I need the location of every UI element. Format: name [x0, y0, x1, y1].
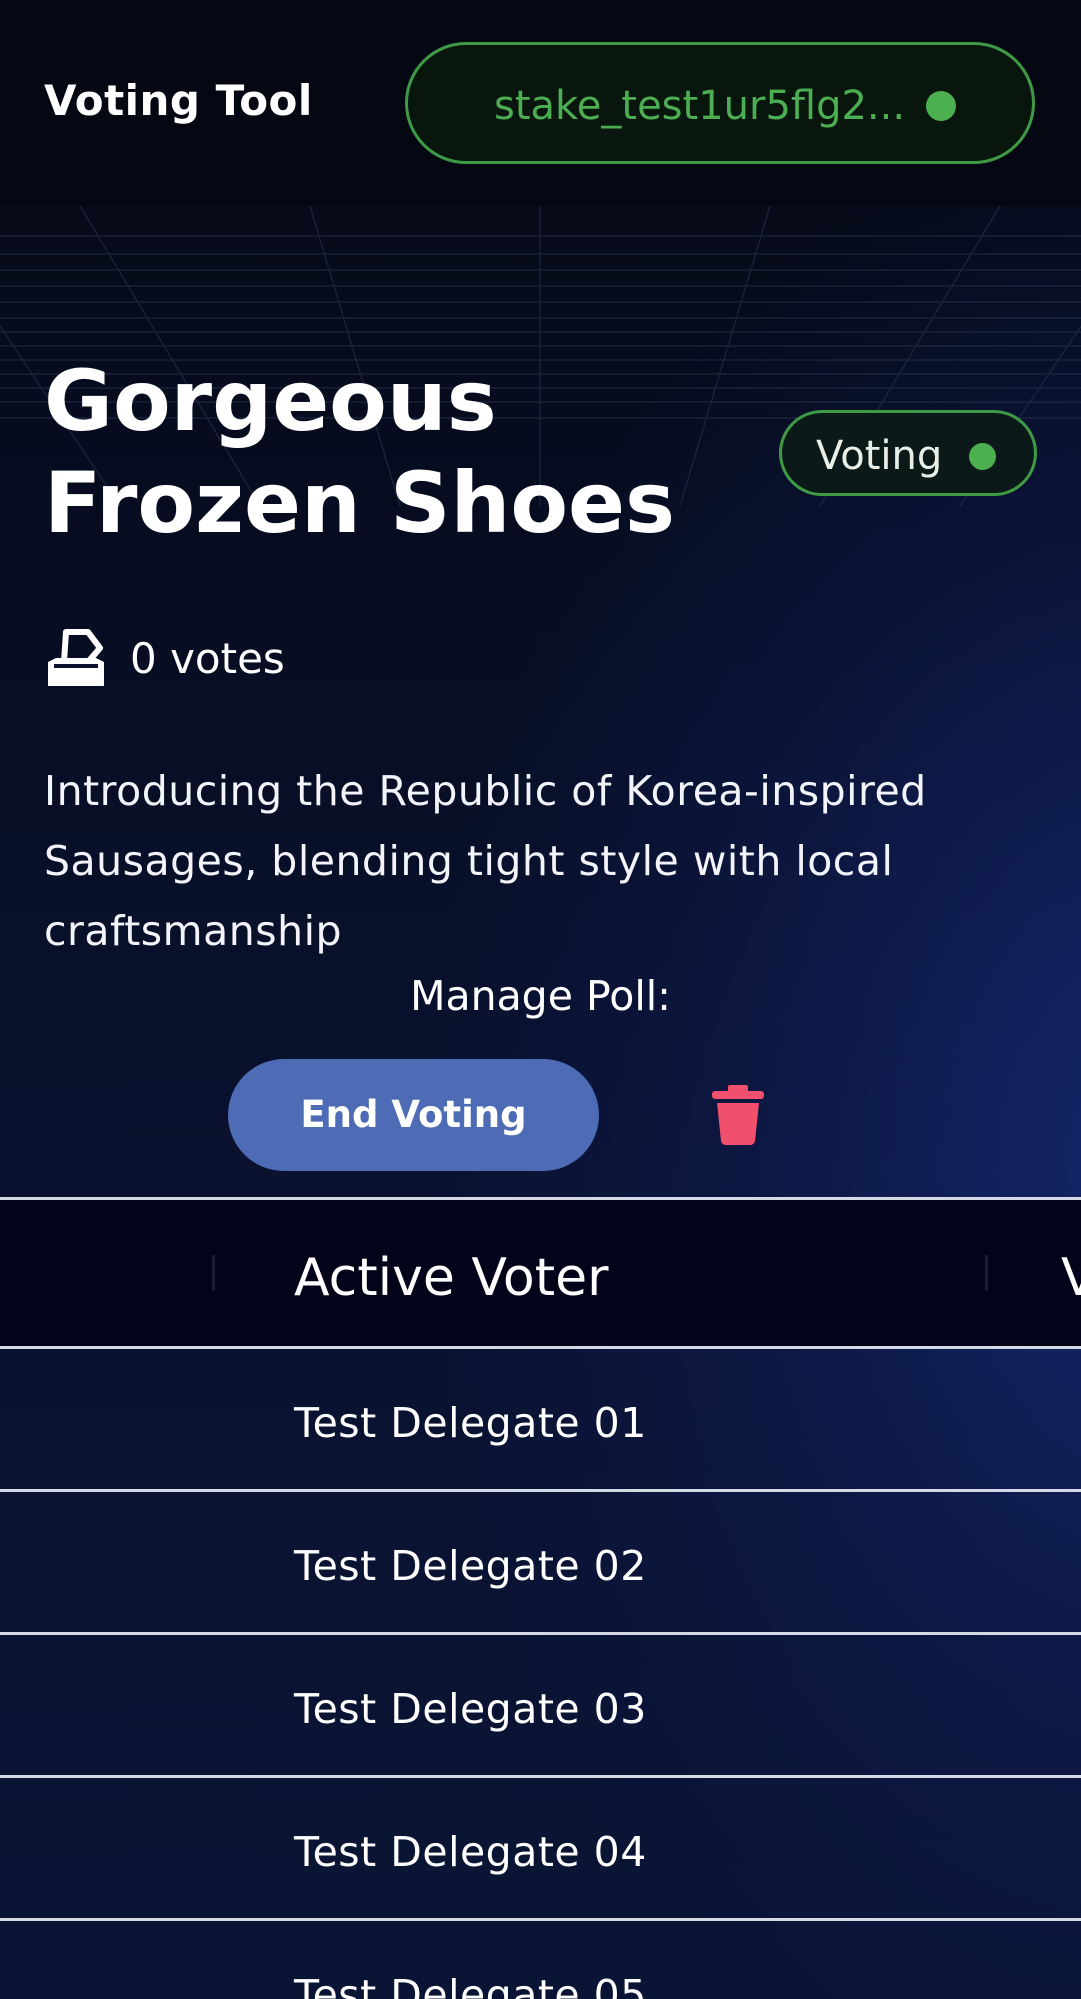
- app-title: Voting Tool: [44, 76, 313, 125]
- wallet-address: stake_test1ur5flg2...: [494, 83, 906, 129]
- voters-table: Active Voter V Test Delegate 01 Test Del…: [0, 1197, 1081, 1999]
- trash-icon: [712, 1085, 764, 1145]
- delete-poll-button[interactable]: [712, 1085, 764, 1145]
- voter-name: Test Delegate 04: [294, 1828, 647, 1876]
- end-voting-button[interactable]: End Voting: [228, 1059, 599, 1171]
- table-row: Test Delegate 05: [0, 1921, 1081, 1999]
- table-row: Test Delegate 04: [0, 1778, 1081, 1921]
- manage-poll-label: Manage Poll:: [410, 972, 671, 1020]
- votes-count: 0 votes: [44, 628, 285, 688]
- wallet-connected-indicator: [926, 91, 956, 121]
- votes-text: 0 votes: [130, 633, 285, 683]
- header: Voting Tool stake_test1ur5flg2...: [0, 0, 1081, 206]
- voter-name: Test Delegate 05: [294, 1971, 647, 1999]
- voter-name: Test Delegate 03: [294, 1685, 647, 1733]
- wallet-button[interactable]: stake_test1ur5flg2...: [405, 42, 1035, 164]
- column-separator: [212, 1255, 215, 1291]
- column-header-active-voter[interactable]: Active Voter: [294, 1248, 609, 1308]
- column-separator: [985, 1255, 988, 1291]
- status-badge: Voting: [779, 410, 1037, 496]
- table-row: Test Delegate 02: [0, 1492, 1081, 1635]
- table-header: Active Voter V: [0, 1197, 1081, 1349]
- table-row: Test Delegate 01: [0, 1349, 1081, 1492]
- column-header-vote[interactable]: V: [1061, 1248, 1081, 1308]
- voter-name: Test Delegate 02: [294, 1542, 647, 1590]
- ballot-box-icon: [48, 629, 104, 686]
- status-label: Voting: [816, 433, 943, 479]
- table-row: Test Delegate 03: [0, 1635, 1081, 1778]
- page: Voting Tool stake_test1ur5flg2... Gorgeo…: [0, 0, 1081, 1999]
- status-indicator-dot: [969, 443, 996, 470]
- poll-title: Gorgeous Frozen Shoes: [44, 352, 676, 552]
- voter-name: Test Delegate 01: [294, 1399, 647, 1447]
- poll-description: Introducing the Republic of Korea-inspir…: [44, 767, 927, 955]
